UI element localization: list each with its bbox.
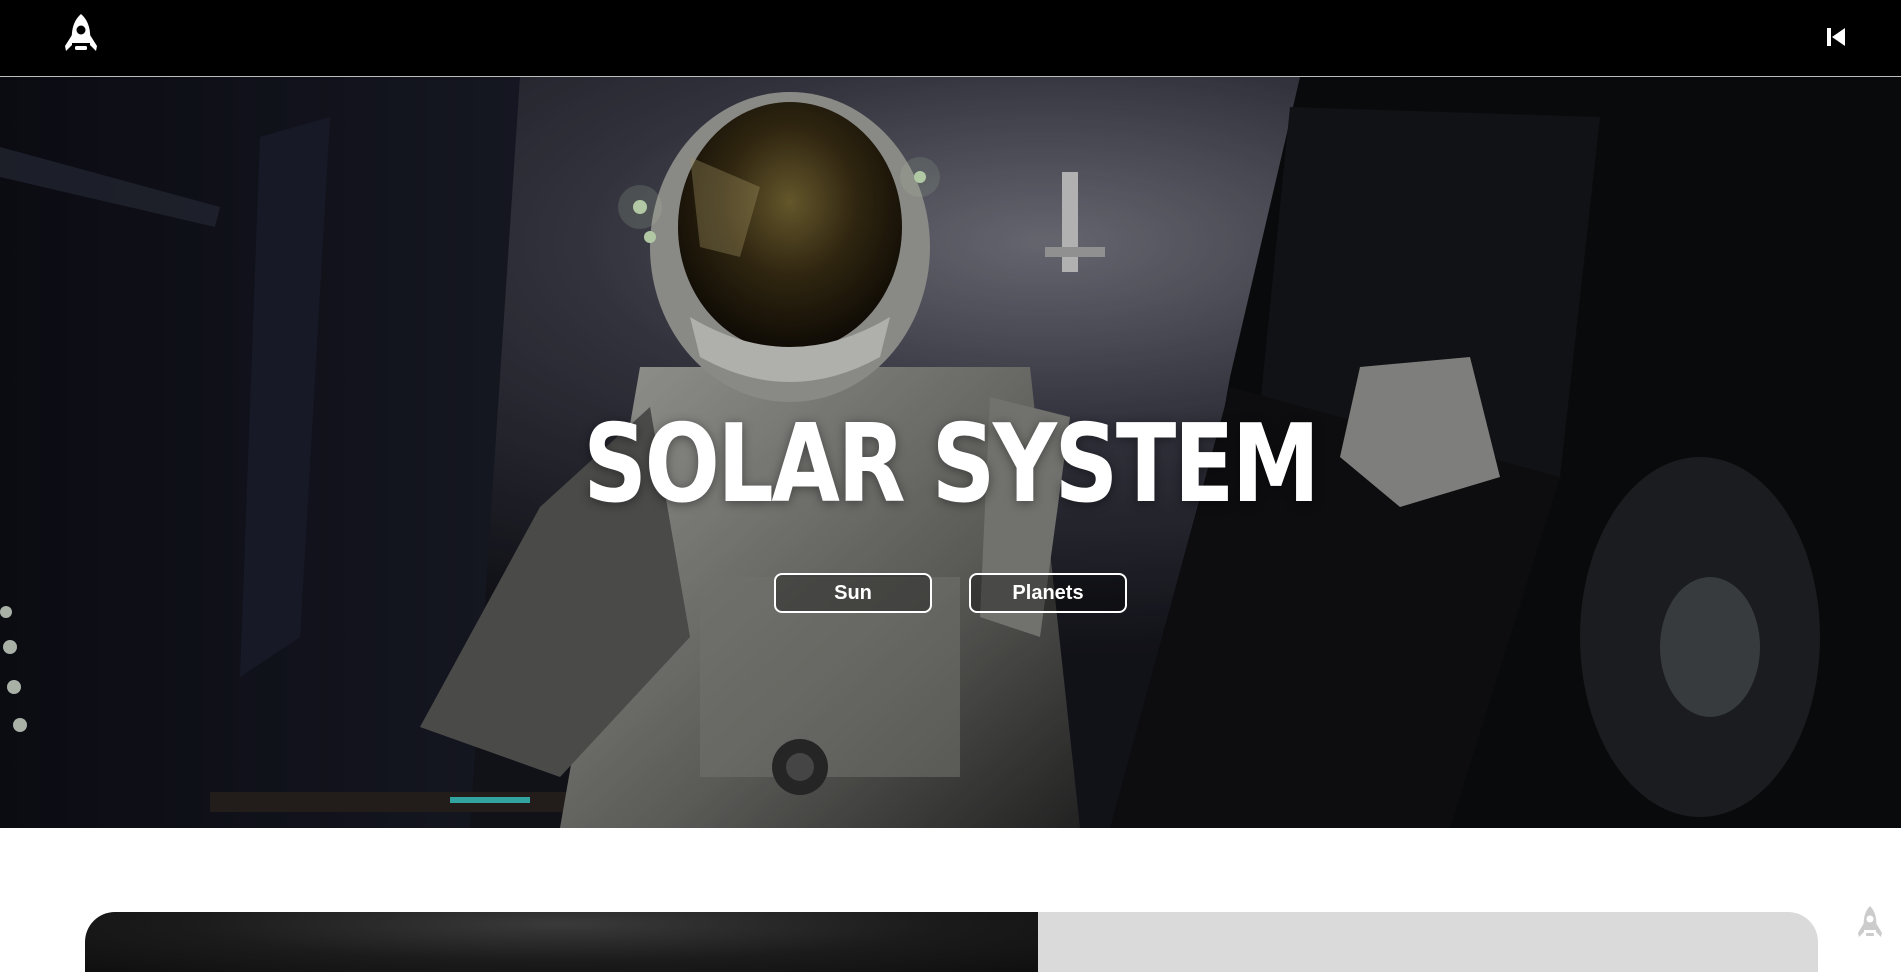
hero-section: SOLAR SYSTEM Sun Planets: [0, 77, 1901, 828]
card-image-panel: [85, 912, 1038, 972]
planets-button[interactable]: Planets: [969, 573, 1127, 613]
hero-title: SOLAR SYSTEM: [583, 402, 1320, 527]
top-navigation-bar: [0, 0, 1901, 77]
card-text-panel: [1038, 912, 1818, 972]
content-card: [85, 912, 1818, 972]
rocket-icon[interactable]: [1856, 905, 1884, 943]
sun-button[interactable]: Sun: [774, 573, 932, 613]
rocket-icon[interactable]: [62, 13, 100, 59]
skip-back-icon[interactable]: [1825, 25, 1847, 49]
